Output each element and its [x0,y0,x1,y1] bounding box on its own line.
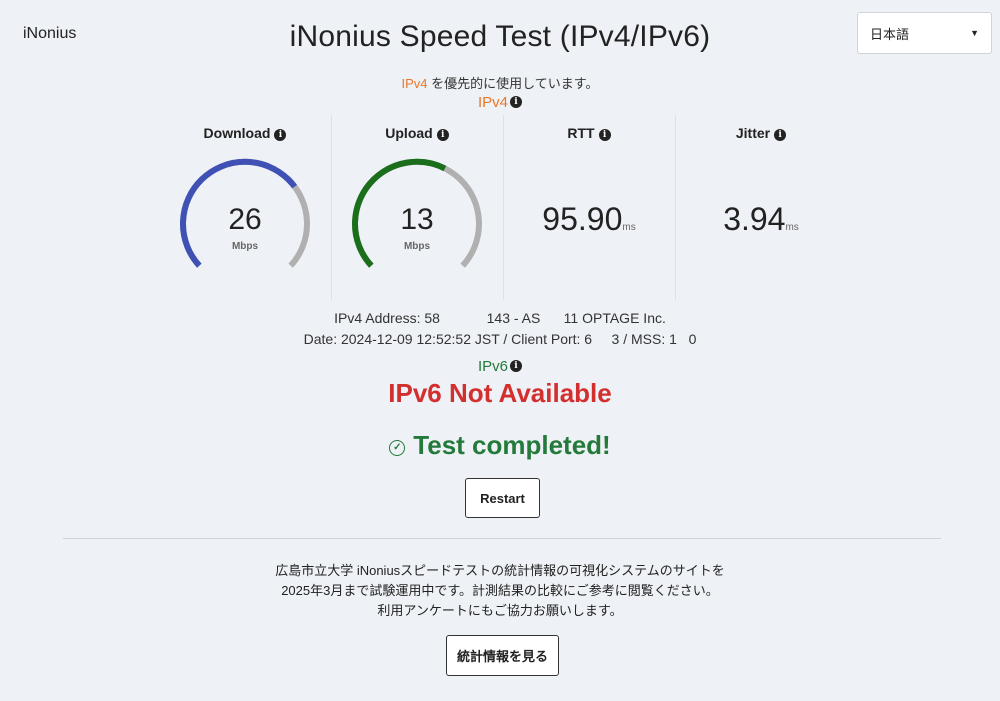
check-circle-icon: ✓ [389,440,406,456]
rtt-panel: RTT i 95.90ms [504,115,674,300]
info-icon[interactable]: i [510,96,522,108]
upload-panel: Upload i 13 Mbps [332,115,502,300]
jitter-unit: ms [785,222,799,233]
upload-label: Upload [385,125,433,141]
language-select[interactable]: 日本語 ▼ [857,12,992,54]
upload-unit: Mbps [403,241,431,252]
protocol-notice: IPv4 を優先的に使用しています。 [0,73,1000,92]
jitter-label-row: Jitter i [676,125,846,141]
rtt-unit: ms [622,222,636,233]
info-icon[interactable]: i [510,360,522,372]
completion-message: ✓ Test completed! [0,430,1000,461]
ipv6-status: IPv6 Not Available [388,378,612,408]
ipv4-label: IPv4 [477,94,508,111]
download-unit: Mbps [231,241,259,252]
info-icon[interactable]: i [598,129,611,141]
ipv4-section-label: IPv4 i [0,94,1000,111]
jitter-reading: 3.94ms [676,201,846,238]
upload-value: 13 [400,203,434,236]
view-statistics-button[interactable]: 統計情報を見る [446,635,559,676]
jitter-value: 3.94 [723,201,786,237]
rtt-label: RTT [567,125,595,141]
restart-button[interactable]: Restart [465,478,540,518]
notice-text: を優先的に使用しています。 [427,76,599,91]
rtt-label-row: RTT i [504,125,674,141]
language-selected: 日本語 [870,26,910,42]
upload-label-row: Upload i [332,125,502,141]
download-label: Download [203,125,271,141]
rtt-value: 95.90 [542,201,623,237]
info-icon[interactable]: i [436,129,449,141]
footer-line: 利用アンケートにもご協力お願いします。 [377,603,623,618]
caret-down-icon: ▼ [970,28,979,38]
jitter-panel: Jitter i 3.94ms [676,115,846,300]
footer-line: 2025年3月まで試験運用中です。計測結果の比較にご参考に閲覧ください。 [281,583,719,598]
download-value: 26 [228,203,262,236]
download-label-row: Download i [160,125,330,141]
footer-line: 広島市立大学 iNoniusスピードテストの統計情報の可視化システムのサイトを [275,563,725,578]
completed-text: Test completed! [413,430,611,460]
page-title: iNonius Speed Test (IPv4/IPv6) [289,20,711,53]
divider [63,538,941,539]
ipv6-label: IPv6 [477,358,508,375]
rtt-reading: 95.90ms [504,201,674,238]
download-panel: Download i 26 Mbps [160,115,330,300]
notice-proto: IPv4 [401,76,428,91]
date-line: Date: 2024-12-09 12:52:52 JST / Client P… [303,331,697,347]
info-icon[interactable]: i [774,129,787,141]
ipv6-section-label: IPv6 i [0,358,1000,375]
jitter-label: Jitter [735,125,771,141]
address-line: IPv4 Address: 58 143 - AS 11 OPTAGE Inc. [334,310,666,326]
info-icon[interactable]: i [274,129,287,141]
footer-text: 広島市立大学 iNoniusスピードテストの統計情報の可視化システムのサイトを … [0,561,1000,621]
